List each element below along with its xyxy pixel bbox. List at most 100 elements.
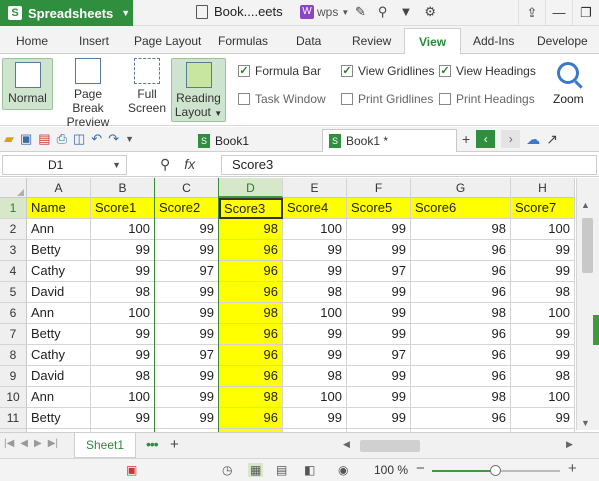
view-headings-checkbox[interactable]: ✓ View Headings bbox=[439, 64, 536, 78]
table-cell[interactable]: Cathy bbox=[27, 345, 91, 366]
tab-developer[interactable]: Develope bbox=[537, 34, 588, 48]
row-header[interactable]: 3 bbox=[0, 240, 27, 261]
zoom-slider[interactable] bbox=[432, 465, 560, 476]
column-header-g[interactable]: G bbox=[411, 178, 511, 198]
table-cell[interactable]: Betty bbox=[27, 408, 91, 429]
table-cell[interactable]: 99 bbox=[91, 240, 155, 261]
table-cell[interactable]: 96 bbox=[411, 240, 511, 261]
scroll-up-icon[interactable]: ▲ bbox=[581, 200, 590, 210]
table-cell[interactable]: 100 bbox=[511, 219, 575, 240]
upload-icon[interactable]: ⇪ bbox=[518, 0, 545, 26]
doc-tab-book1[interactable]: S Book1 bbox=[192, 129, 255, 152]
table-cell[interactable]: 96 bbox=[219, 345, 283, 366]
column-header-f[interactable]: F bbox=[347, 178, 411, 198]
tab-insert[interactable]: Insert bbox=[79, 34, 109, 48]
tab-scroll-left-button[interactable]: ‹ bbox=[476, 130, 496, 148]
tab-review[interactable]: Review bbox=[352, 34, 391, 48]
table-cell[interactable]: Ann bbox=[27, 387, 91, 408]
prev-sheet-icon[interactable]: ◀ bbox=[20, 438, 28, 449]
column-header-e[interactable]: E bbox=[283, 178, 347, 198]
history-icon[interactable]: ◷ bbox=[222, 463, 232, 477]
scroll-left-icon[interactable]: ◀ bbox=[343, 439, 350, 450]
table-cell[interactable]: 99 bbox=[155, 324, 219, 345]
column-header-b[interactable]: B bbox=[91, 178, 155, 198]
table-cell[interactable]: 99 bbox=[155, 408, 219, 429]
table-cell[interactable]: 100 bbox=[91, 387, 155, 408]
save-icon[interactable]: ▣ bbox=[20, 131, 32, 147]
task-window-checkbox[interactable]: Task Window bbox=[238, 92, 326, 106]
header-cell[interactable]: Score3 bbox=[219, 198, 283, 219]
table-cell[interactable]: 99 bbox=[347, 408, 411, 429]
wps-account-button[interactable]: W wps ▼ bbox=[300, 5, 349, 19]
new-tab-icon[interactable]: + bbox=[462, 131, 470, 147]
notification-icon[interactable]: ▣ bbox=[126, 463, 137, 477]
table-cell[interactable]: 99 bbox=[347, 282, 411, 303]
reading-mode-icon[interactable]: ◧ bbox=[304, 463, 315, 477]
zoom-button[interactable]: Zoom bbox=[553, 60, 584, 106]
redo-icon[interactable]: ↷ bbox=[108, 131, 119, 147]
skin-icon[interactable]: ✎ bbox=[355, 4, 366, 20]
formula-input[interactable]: Score3 bbox=[221, 155, 597, 175]
table-cell[interactable]: 99 bbox=[511, 324, 575, 345]
table-cell[interactable]: 100 bbox=[283, 219, 347, 240]
zoom-out-icon[interactable]: − bbox=[416, 460, 425, 477]
zoom-percentage[interactable]: 100 % bbox=[374, 463, 408, 477]
table-cell[interactable]: 99 bbox=[155, 366, 219, 387]
table-cell[interactable]: 97 bbox=[347, 261, 411, 282]
table-cell[interactable]: 96 bbox=[411, 261, 511, 282]
table-cell[interactable]: 100 bbox=[283, 303, 347, 324]
print-headings-checkbox[interactable]: Print Headings bbox=[439, 92, 535, 106]
undo-icon[interactable]: ↶ bbox=[91, 131, 102, 147]
table-cell[interactable]: 96 bbox=[219, 408, 283, 429]
table-cell[interactable]: 99 bbox=[91, 324, 155, 345]
table-cell[interactable]: 99 bbox=[91, 261, 155, 282]
tab-home[interactable]: Home bbox=[16, 34, 48, 48]
table-cell[interactable]: 98 bbox=[511, 282, 575, 303]
table-cell[interactable]: Betty bbox=[27, 324, 91, 345]
row-header[interactable]: 1 bbox=[0, 198, 27, 219]
row-header[interactable]: 8 bbox=[0, 345, 27, 366]
zoom-in-icon[interactable]: + bbox=[568, 460, 577, 477]
restore-button[interactable]: ❐ bbox=[572, 0, 599, 26]
tab-page-layout[interactable]: Page Layout bbox=[134, 34, 201, 48]
table-cell[interactable]: 100 bbox=[91, 219, 155, 240]
table-cell[interactable]: 98 bbox=[283, 282, 347, 303]
row-header[interactable]: 5 bbox=[0, 282, 27, 303]
reading-layout-button[interactable]: Reading Layout ▼ bbox=[171, 58, 226, 122]
table-cell[interactable]: 98 bbox=[219, 303, 283, 324]
vertical-scrollbar[interactable]: ▲ ▼ bbox=[576, 178, 599, 430]
table-cell[interactable]: 96 bbox=[219, 366, 283, 387]
table-cell[interactable]: 99 bbox=[511, 408, 575, 429]
add-sheet-icon[interactable]: + bbox=[170, 436, 179, 453]
table-cell[interactable]: 97 bbox=[155, 261, 219, 282]
table-cell[interactable]: 100 bbox=[511, 387, 575, 408]
cloud-icon[interactable]: ☁ bbox=[526, 131, 540, 148]
column-header-a[interactable]: A bbox=[27, 178, 91, 198]
table-cell[interactable]: 100 bbox=[283, 387, 347, 408]
row-header[interactable]: 6 bbox=[0, 303, 27, 324]
header-cell[interactable]: Name bbox=[27, 198, 91, 219]
table-cell[interactable]: 96 bbox=[411, 324, 511, 345]
doc-tab-book1-active[interactable]: S Book1 * bbox=[322, 129, 457, 152]
table-cell[interactable]: 99 bbox=[511, 261, 575, 282]
side-panel-handle[interactable] bbox=[593, 315, 599, 345]
formula-bar-checkbox[interactable]: ✓ Formula Bar bbox=[238, 64, 321, 78]
app-menu-button[interactable]: S Spreadsheets ▼ bbox=[0, 0, 133, 26]
zoom-slider-knob[interactable] bbox=[490, 465, 501, 476]
tab-data[interactable]: Data bbox=[296, 34, 321, 48]
table-cell[interactable]: 99 bbox=[511, 240, 575, 261]
table-cell[interactable]: 96 bbox=[411, 408, 511, 429]
full-screen-button[interactable]: Full Screen bbox=[127, 58, 167, 115]
table-cell[interactable]: 96 bbox=[219, 282, 283, 303]
page-break-preview-button[interactable]: Page Break Preview bbox=[57, 58, 119, 129]
table-cell[interactable]: 99 bbox=[283, 345, 347, 366]
minimize-button[interactable]: — bbox=[545, 0, 572, 26]
customize-dropdown-icon[interactable]: ▼ bbox=[125, 134, 134, 147]
table-cell[interactable]: 98 bbox=[219, 219, 283, 240]
open-folder-icon[interactable]: ▰ bbox=[4, 131, 14, 147]
column-header-c[interactable]: C bbox=[155, 178, 219, 198]
settings-icon[interactable]: ⚙ bbox=[424, 4, 436, 20]
horizontal-scrollbar-thumb[interactable] bbox=[360, 440, 420, 452]
table-cell[interactable]: Cathy bbox=[27, 261, 91, 282]
table-cell[interactable]: Ann bbox=[27, 219, 91, 240]
